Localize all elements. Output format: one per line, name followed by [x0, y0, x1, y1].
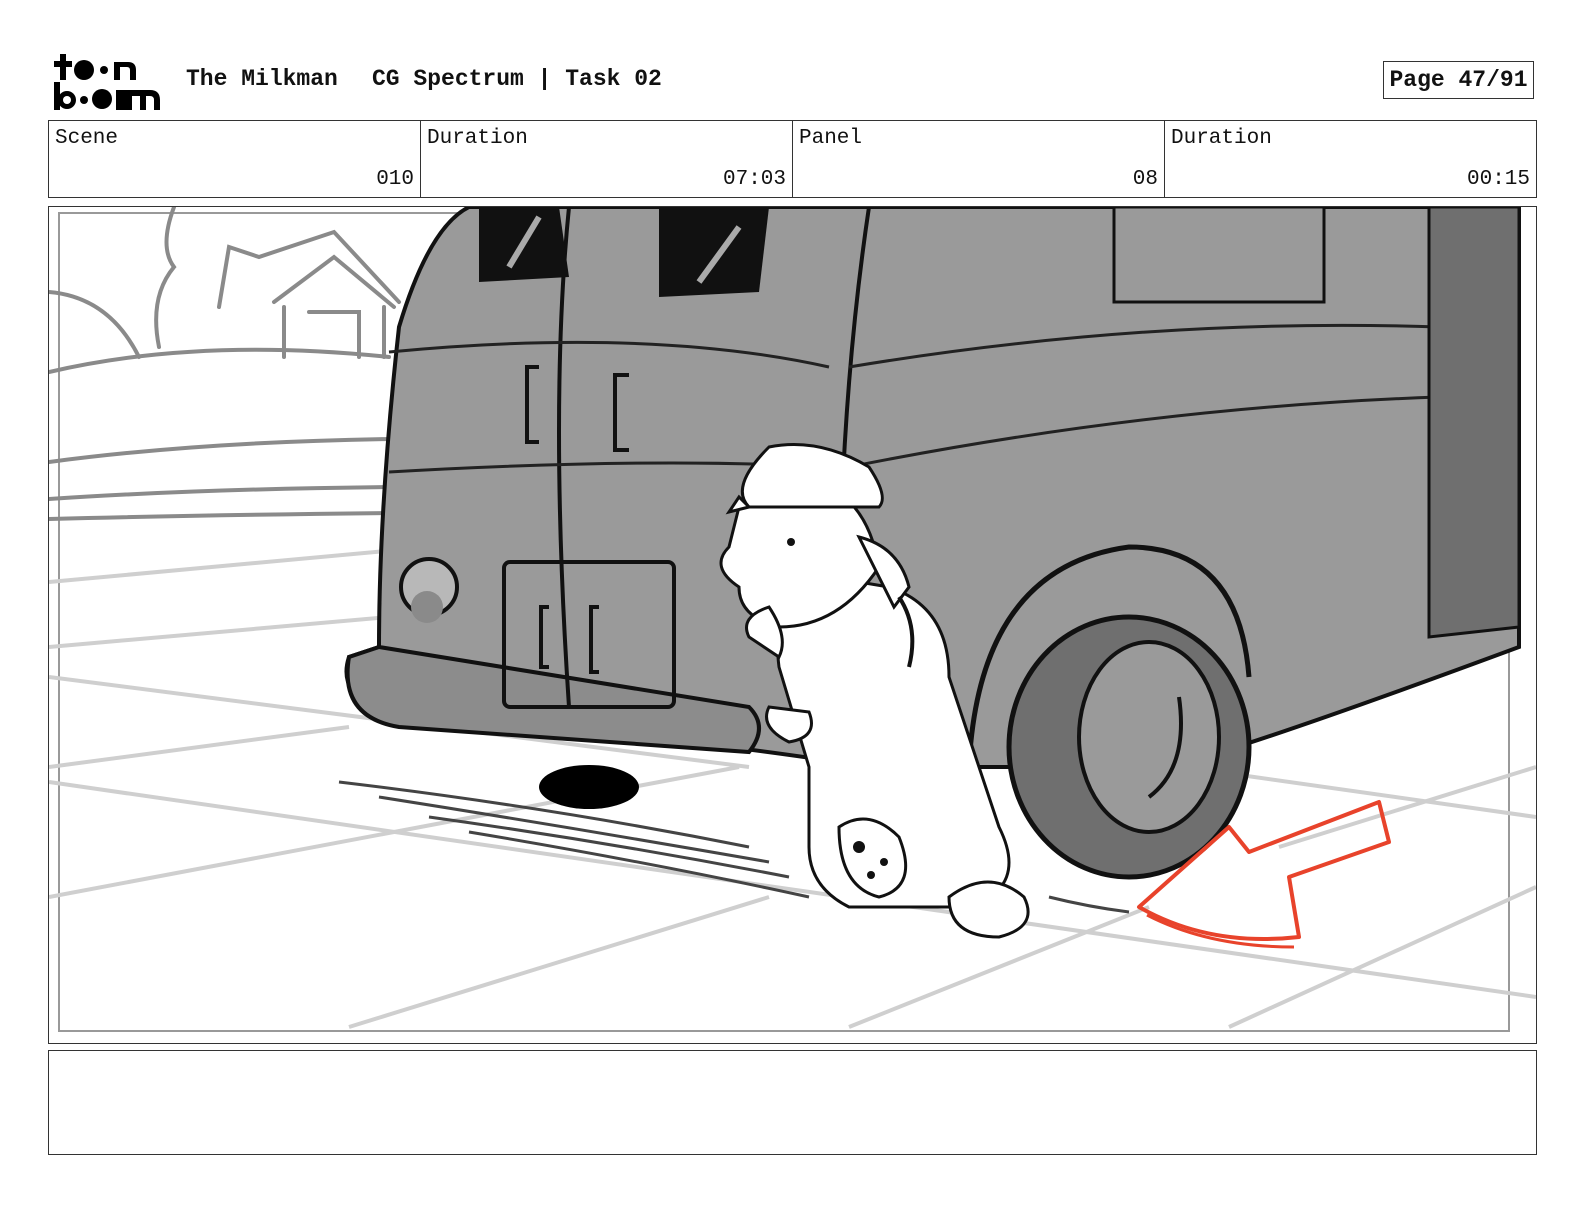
storyboard-panel-image: [48, 206, 1537, 1044]
panel-info-row: Scene 010 Duration 07:03 Panel 08 Durati…: [48, 120, 1537, 198]
show-title: The Milkman: [186, 66, 338, 92]
panel-duration-value: 00:15: [1466, 168, 1530, 191]
panel-value: 08: [1132, 168, 1158, 191]
panel-notes-box: [48, 1050, 1537, 1155]
scene-duration-value: 07:03: [722, 168, 786, 191]
scene-label: Scene: [55, 127, 119, 150]
scene-duration-label: Duration: [427, 127, 528, 150]
storyboard-sketch: [49, 207, 1536, 1032]
toon-boom-logo: [54, 54, 160, 110]
panel-label: Panel: [799, 127, 863, 150]
panel-duration-label: Duration: [1171, 127, 1272, 150]
panel-cell: Panel 08: [793, 121, 1165, 197]
scene-duration-cell: Duration 07:03: [421, 121, 793, 197]
scene-value: 010: [376, 168, 414, 191]
panel-duration-cell: Duration 00:15: [1165, 121, 1536, 197]
project-title: CG Spectrum | Task 02: [372, 66, 662, 92]
scene-cell: Scene 010: [49, 121, 421, 197]
page-indicator: Page 47/91: [1383, 61, 1534, 99]
